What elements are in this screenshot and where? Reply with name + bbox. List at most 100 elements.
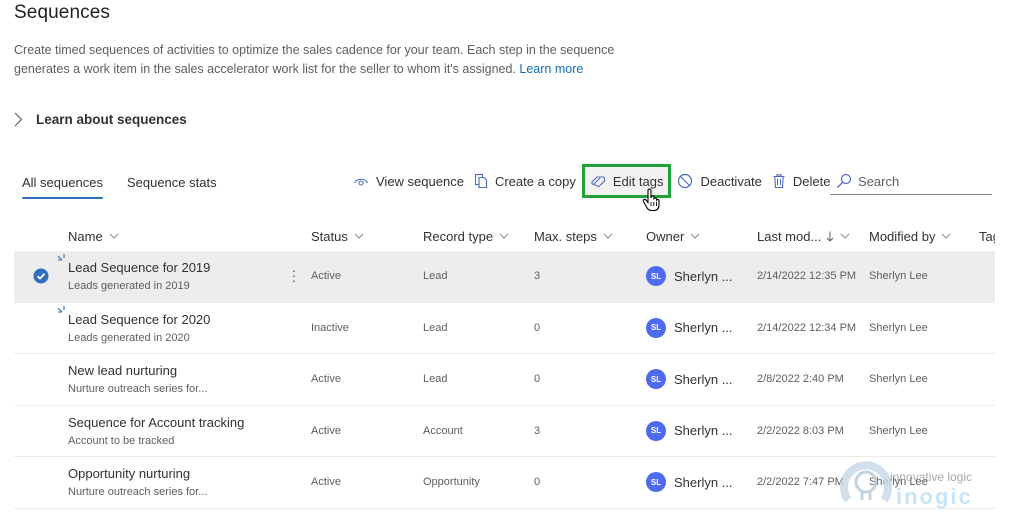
sequence-name-link[interactable]: Opportunity nurturing — [68, 466, 311, 481]
max-steps-cell: 3 — [534, 270, 541, 283]
new-item-indicator-icon — [57, 305, 65, 313]
name-cell: New lead nurturing Nurture outreach seri… — [68, 363, 311, 395]
new-item-indicator-icon — [57, 254, 65, 261]
chevron-down-icon — [942, 233, 951, 239]
chevron-down-icon — [690, 233, 700, 239]
avatar: SL — [646, 369, 666, 390]
checkmark-circle-icon — [33, 268, 49, 284]
owner-name[interactable]: Sherlyn ... — [674, 320, 733, 335]
deactivate-button[interactable]: Deactivate — [672, 166, 766, 196]
column-header-tags[interactable]: Tag — [979, 229, 995, 244]
tab-all-sequences[interactable]: All sequences — [22, 170, 103, 199]
column-header-last-modified[interactable]: Last mod... — [757, 229, 869, 244]
name-cell: Sequence for Account tracking Account to… — [68, 415, 311, 447]
owner-name[interactable]: Sherlyn ... — [674, 269, 733, 284]
sequences-grid: Name Status Record type Max. steps Owner… — [14, 221, 995, 509]
delete-button[interactable]: Delete — [767, 166, 836, 196]
block-icon — [678, 173, 693, 189]
learn-about-label: Learn about sequences — [36, 111, 187, 127]
search-box[interactable] — [830, 168, 992, 195]
delete-label: Delete — [792, 173, 831, 189]
last-modified-cell: 2/14/2022 12:35 PM — [757, 270, 857, 283]
chevron-down-icon — [499, 233, 509, 239]
record-type-cell: Lead — [423, 373, 448, 386]
max-steps-cell: 0 — [534, 321, 541, 334]
sort-descending-arrow-icon — [826, 231, 834, 242]
chevron-right-icon — [14, 109, 28, 129]
sequence-name-link[interactable]: Sequence for Account tracking — [68, 415, 311, 430]
avatar: SL — [646, 472, 666, 493]
row-select-checkbox[interactable] — [14, 268, 68, 284]
more-options-icon[interactable]: ⋮ — [287, 268, 301, 285]
modified-by-cell: Sherlyn Lee — [869, 476, 928, 489]
table-row[interactable]: Lead Sequence for 2019 Leads generated i… — [14, 251, 995, 303]
hand-pointer-cursor-icon — [642, 188, 660, 217]
chevron-down-icon — [840, 233, 850, 239]
last-modified-cell: 2/8/2022 2:40 PM — [757, 373, 844, 386]
owner-name[interactable]: Sherlyn ... — [674, 475, 733, 490]
tag-icon — [591, 176, 605, 187]
sequence-description: Nurture outreach series for... — [68, 486, 208, 499]
last-modified-cell: 2/2/2022 7:47 PM — [757, 476, 844, 489]
sequence-description: Nurture outreach series for... — [68, 383, 208, 396]
chevron-down-icon — [109, 233, 119, 239]
last-modified-cell: 2/2/2022 8:03 PM — [757, 424, 844, 437]
sequence-description: Leads generated in 2019 — [68, 280, 190, 293]
max-steps-cell: 3 — [534, 424, 541, 437]
owner-cell: SL Sherlyn ... — [646, 472, 757, 493]
learn-about-sequences-expander[interactable]: Learn about sequences — [14, 109, 187, 129]
column-header-owner[interactable]: Owner — [646, 229, 757, 244]
chevron-down-icon — [603, 233, 613, 239]
column-header-modified-by[interactable]: Modified by — [869, 229, 979, 244]
learn-more-link[interactable]: Learn more — [519, 62, 583, 76]
owner-name[interactable]: Sherlyn ... — [674, 372, 733, 387]
create-copy-button[interactable]: Create a copy — [469, 166, 581, 196]
trash-icon — [773, 174, 785, 189]
column-header-name[interactable]: Name — [68, 229, 311, 244]
record-type-cell: Opportunity — [423, 476, 480, 489]
table-row[interactable]: Lead Sequence for 2020 Leads generated i… — [14, 303, 995, 354]
name-cell: Lead Sequence for 2019 Leads generated i… — [57, 254, 311, 293]
sequence-name-link[interactable]: Lead Sequence for 2020 — [68, 312, 311, 327]
modified-by-cell: Sherlyn Lee — [869, 424, 928, 437]
grid-body: Lead Sequence for 2019 Leads generated i… — [14, 251, 995, 509]
sequence-name-link[interactable]: New lead nurturing — [68, 363, 311, 378]
sequence-description: Leads generated in 2020 — [68, 331, 190, 344]
owner-name[interactable]: Sherlyn ... — [674, 423, 733, 438]
page-description: Create timed sequences of activities to … — [14, 41, 654, 79]
sequence-name-link[interactable]: Lead Sequence for 2019 — [68, 260, 311, 275]
owner-cell: SL Sherlyn ... — [646, 420, 757, 441]
record-type-cell: Account — [423, 424, 463, 437]
column-header-record-type[interactable]: Record type — [423, 229, 534, 244]
search-input[interactable] — [858, 173, 978, 189]
owner-cell: SL Sherlyn ... — [646, 266, 757, 287]
last-modified-cell: 2/14/2022 12:34 PM — [757, 321, 857, 334]
modified-by-cell: Sherlyn Lee — [869, 321, 928, 334]
view-sequence-button[interactable]: View sequence — [348, 166, 469, 196]
deactivate-label: Deactivate — [700, 173, 762, 189]
status-cell: Active — [311, 270, 341, 283]
owner-cell: SL Sherlyn ... — [646, 369, 757, 390]
table-row[interactable]: Sequence for Account tracking Account to… — [14, 406, 995, 457]
view-sequence-label: View sequence — [376, 173, 464, 189]
page-title: Sequences — [14, 2, 110, 23]
table-row[interactable]: Opportunity nurturing Nurture outreach s… — [14, 457, 995, 509]
column-header-status[interactable]: Status — [311, 229, 423, 244]
record-type-cell: Lead — [423, 270, 448, 283]
status-cell: Active — [311, 476, 341, 489]
sequence-description: Account to be tracked — [68, 434, 175, 447]
table-row[interactable]: New lead nurturing Nurture outreach seri… — [14, 354, 995, 406]
avatar: SL — [646, 317, 666, 338]
max-steps-cell: 0 — [534, 373, 541, 386]
search-icon — [837, 173, 852, 188]
edit-tags-label: Edit tags — [612, 173, 664, 189]
command-bar: View sequence Create a copy Edit tags De… — [348, 164, 836, 198]
tab-list: All sequences Sequence stats — [22, 170, 241, 199]
column-header-max-steps[interactable]: Max. steps — [534, 229, 646, 244]
eye-icon — [354, 178, 368, 186]
create-copy-label: Create a copy — [494, 173, 576, 189]
tab-sequence-stats[interactable]: Sequence stats — [127, 170, 217, 199]
record-type-cell: Lead — [423, 321, 448, 334]
modified-by-cell: Sherlyn Lee — [869, 270, 928, 283]
chevron-down-icon — [354, 233, 364, 239]
